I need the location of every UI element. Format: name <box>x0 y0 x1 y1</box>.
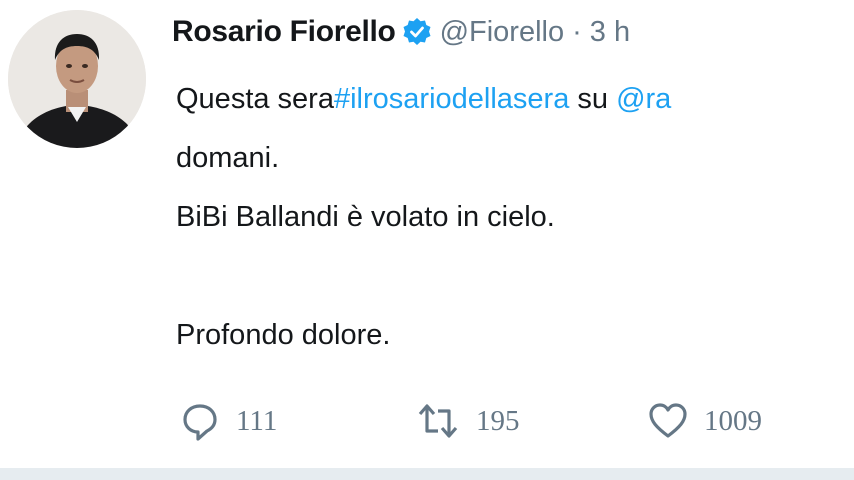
author-name[interactable]: Rosario Fiorello <box>172 15 396 49</box>
like-button[interactable]: 1009 <box>648 401 762 441</box>
tweet-text-line: Profondo dolore. <box>176 319 391 351</box>
hashtag-link[interactable]: #ilrosariodellasera <box>334 83 569 115</box>
like-count: 1009 <box>704 404 762 437</box>
header-separator: · <box>572 15 582 48</box>
avatar[interactable] <box>8 10 146 148</box>
speech-bubble-icon <box>180 401 220 441</box>
tweet-actions: 111 195 1009 <box>180 395 762 447</box>
retweet-arrows-icon <box>416 401 460 441</box>
tweet-text-line: domani. <box>176 142 280 174</box>
reply-count: 111 <box>236 404 278 437</box>
tweet-text-line: BiBi Ballandi è volato in cielo. <box>176 201 555 233</box>
reply-button[interactable]: 111 <box>180 401 416 441</box>
tweet-header: Rosario Fiorello @Fiorello · 3 h <box>172 10 630 54</box>
tweet-text: Questa sera#ilrosariodellasera su @ra do… <box>176 70 854 365</box>
heart-outline-icon <box>648 401 688 441</box>
tweet-timestamp[interactable]: 3 h <box>590 16 630 49</box>
text-fragment: Questa sera <box>176 83 334 115</box>
retweet-count: 195 <box>476 404 520 437</box>
mention-link[interactable]: @ra <box>616 83 671 115</box>
retweet-button[interactable]: 195 <box>416 401 648 441</box>
avatar-photo <box>8 10 146 148</box>
tweet-card[interactable]: Rosario Fiorello @Fiorello · 3 h Questa … <box>0 0 854 470</box>
tweet-divider <box>0 468 854 480</box>
author-handle[interactable]: @Fiorello <box>440 16 565 49</box>
tweet-text-line: Questa sera#ilrosariodellasera su @ra <box>176 70 854 129</box>
verified-badge-icon <box>402 17 432 47</box>
text-fragment: su <box>569 83 617 115</box>
